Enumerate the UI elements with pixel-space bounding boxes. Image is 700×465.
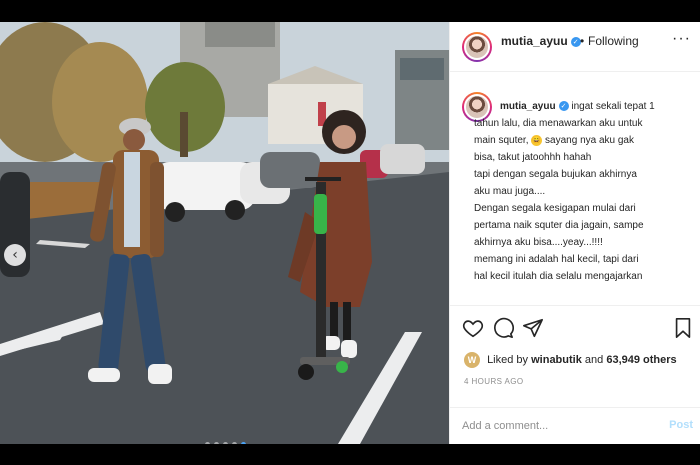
caption-line: pertama naik squter dia jagain, sampe [474,220,644,231]
comment-box: Post [450,407,700,444]
caption-line: Dengan segala kesigapan mulai dari [474,203,636,214]
likes-summary: W Liked by winabutik and 63,949 others [464,352,677,368]
caption-line: tapi dengan segala bujukan akhirnya [474,169,637,180]
caption-line: hal kecil itulah dia selalu mengajarkan [474,271,643,282]
top-letterbox [0,0,700,22]
post-username[interactable]: mutia_ayuu ✓ [501,34,581,48]
caption-text: mutia_ayuu ✓ ingat sekali tepat 1 tahun l… [474,98,691,285]
caption-area: mutia_ayuu ✓ ingat sekali tepat 1 tahun l… [450,72,700,304]
post-side-panel: mutia_ayuu ✓ • Following ··· mutia_ayuu ✓ … [449,22,700,444]
caption-line: tahun lalu, dia menawarkan aku untuk [474,118,643,129]
grin-emoji-icon: 😄 [531,134,543,146]
post-comment-button[interactable]: Post [669,419,693,431]
separator-dot: • [580,34,585,48]
prev-slide-button[interactable]: ‹ [4,244,26,266]
heart-icon[interactable] [462,317,484,339]
avatar[interactable] [462,32,492,62]
caption-line: main squter, [474,135,529,146]
verified-icon: ✓ [558,101,569,112]
chevron-left-icon: ‹ [12,247,18,263]
following-button[interactable]: Following [588,34,639,48]
more-icon[interactable]: ··· [672,30,691,48]
bottom-letterbox [0,444,700,465]
bookmark-icon[interactable] [672,317,694,339]
caption-line: aku mau juga.... [474,186,546,197]
caption-line: akhirnya aku bisa....yeay...!!!! [474,237,603,248]
post-photo[interactable]: ‹ [0,22,449,444]
caption-line: bisa, takut jatoohhh hahah [474,152,592,163]
caption-username[interactable]: mutia_ayuu ✓ [500,101,569,112]
liker-avatar[interactable]: W [464,352,480,368]
caption-line: ingat sekali tepat 1 [571,101,655,112]
comment-icon[interactable] [492,317,514,339]
photo-scene [0,22,449,444]
post-header: mutia_ayuu ✓ • Following ··· [450,22,700,72]
post-timestamp[interactable]: 4 HOURS AGO [464,377,524,386]
share-icon[interactable] [522,317,544,339]
caption-line: memang ini adalah hal kecil, tapi dari [474,254,639,265]
liker-username[interactable]: winabutik [531,354,582,366]
likes-count[interactable]: 63,949 others [606,354,676,366]
caption-line: sayang nya aku gak [545,135,634,146]
comment-input[interactable] [462,416,652,436]
